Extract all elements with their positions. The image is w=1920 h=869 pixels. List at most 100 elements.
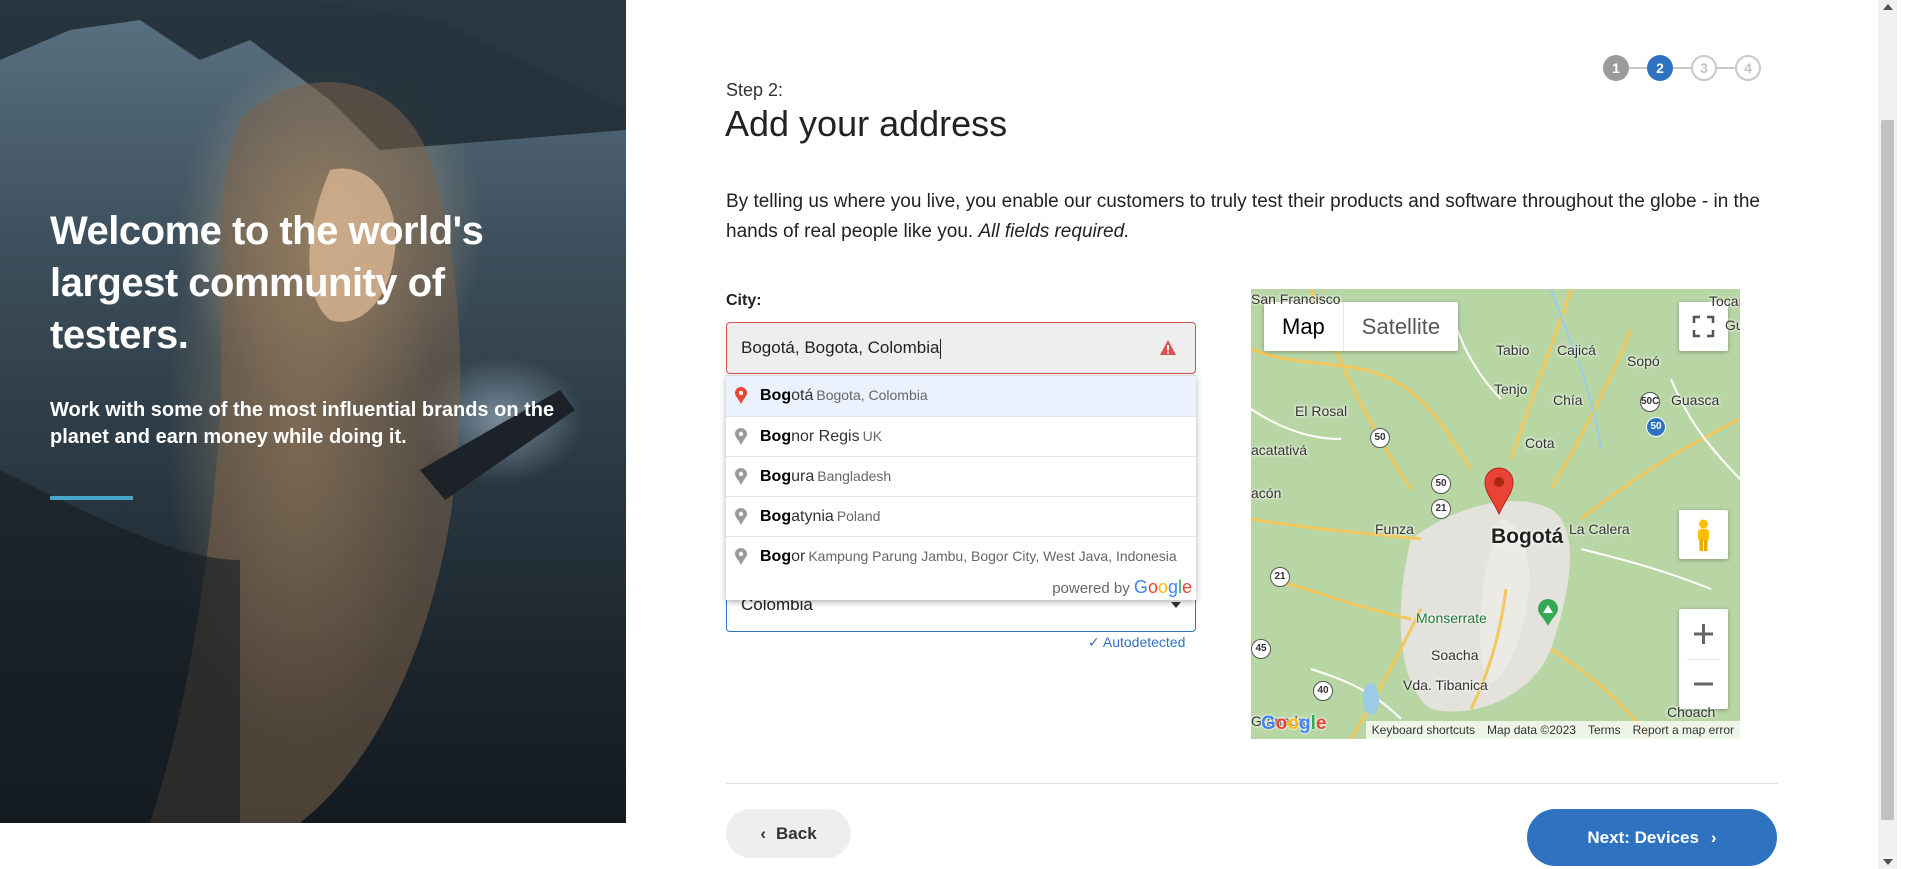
map-place-label: Funza — [1375, 521, 1414, 537]
autocomplete-main: or — [791, 548, 806, 565]
map-place-label: Gua — [1725, 317, 1740, 333]
autodetected-note: ✓ Autodetected — [1088, 634, 1186, 650]
map-place-label: Monserrate — [1416, 610, 1487, 626]
back-button[interactable]: ‹ Back — [726, 809, 851, 858]
map-place-label: Cota — [1525, 435, 1555, 451]
chevron-left-icon: ‹ — [760, 824, 767, 843]
hero-title: Welcome to the world's largest community… — [50, 209, 484, 357]
map-place-label: Vda. Tibanica — [1403, 677, 1488, 693]
map-place-label: acatativá — [1251, 442, 1308, 458]
autocomplete-item[interactable]: Bogotá Bogota, Colombia — [726, 376, 1196, 416]
road-marker: 50 — [1646, 417, 1666, 437]
map-place-label: Tocancipá — [1709, 293, 1740, 309]
autodetected-label: Autodetected — [1102, 634, 1186, 650]
autocomplete-secondary: UK — [862, 428, 883, 444]
map-place-label: Choach — [1667, 704, 1716, 720]
page-title: Add your address — [725, 103, 1008, 144]
autocomplete-main: atynia — [791, 508, 834, 525]
intro-body: By telling us where you live, you enable… — [726, 191, 1760, 242]
zoom-in-icon[interactable] — [1679, 609, 1728, 659]
map-type-map[interactable]: Map — [1264, 302, 1344, 351]
step-connector — [1673, 67, 1691, 69]
road-marker: 21 — [1431, 499, 1451, 519]
location-pin-icon — [735, 508, 747, 525]
map-place-label: Sopó — [1627, 353, 1660, 369]
zoom-out-icon[interactable] — [1679, 659, 1728, 709]
report-map-error-link[interactable]: Report a map error — [1626, 721, 1740, 739]
autocomplete-main: otá — [791, 387, 814, 404]
autocomplete-match: Bog — [760, 387, 792, 404]
google-logo: Google — [1133, 577, 1192, 597]
map-city-label: Bogotá — [1491, 525, 1564, 548]
map-type-satellite[interactable]: Satellite — [1344, 302, 1458, 351]
step-1: 1 — [1603, 55, 1629, 81]
street-view-button[interactable] — [1679, 510, 1728, 559]
autocomplete-item[interactable]: Bognor Regis UK — [726, 416, 1196, 456]
map-pin-icon — [1484, 467, 1514, 515]
step-2: 2 — [1647, 55, 1673, 81]
autocomplete-match: Bog — [760, 468, 792, 485]
monserrate-poi-icon — [1538, 599, 1558, 626]
city-autocomplete-dropdown: Bogotá Bogota, Colombia Bognor Regis UK Bogu… — [726, 375, 1196, 600]
chevron-right-icon: › — [1710, 828, 1717, 847]
scroll-up-arrow[interactable] — [1883, 4, 1893, 10]
next-devices-button[interactable]: Next: Devices › — [1527, 809, 1777, 866]
map-place-label: San Francisco — [1251, 291, 1341, 307]
page-scrollbar[interactable] — [1878, 0, 1897, 869]
scroll-down-arrow[interactable] — [1883, 859, 1893, 865]
autocomplete-main: nor Regis — [791, 428, 860, 445]
city-input[interactable]: Bogotá, Bogota, Colombia — [726, 322, 1196, 374]
step-4: 4 — [1735, 55, 1761, 81]
scrollbar-thumb[interactable] — [1881, 120, 1894, 820]
autocomplete-match: Bog — [760, 508, 792, 525]
intro-text: By telling us where you live, you enable… — [726, 187, 1766, 247]
autocomplete-secondary: Bogota, Colombia — [816, 387, 928, 403]
road-marker: 50C — [1640, 392, 1660, 412]
map-place-label: Guasca — [1671, 392, 1720, 408]
hero-panel: Welcome to the world's largest community… — [0, 0, 626, 823]
warning-icon — [1160, 340, 1176, 355]
map-place-label: Cajicá — [1557, 342, 1596, 358]
keyboard-shortcuts-link[interactable]: Keyboard shortcuts — [1365, 721, 1482, 739]
map-footer: Keyboard shortcuts Map data ©2023 Terms … — [1251, 721, 1740, 739]
autocomplete-secondary: Kampung Parung Jambu, Bogor City, West J… — [808, 548, 1177, 564]
text-caret — [940, 338, 942, 359]
autocomplete-match: Bog — [760, 548, 792, 565]
hero-divider — [50, 496, 133, 500]
terms-link[interactable]: Terms — [1581, 721, 1627, 739]
autocomplete-item[interactable]: Bogura Bangladesh — [726, 456, 1196, 496]
location-pin-icon — [735, 548, 747, 565]
city-label: City: — [726, 292, 762, 309]
footer-divider — [726, 783, 1778, 784]
intro-required-note: All fields required. — [978, 221, 1130, 242]
autocomplete-item[interactable]: Bogatynia Poland — [726, 496, 1196, 536]
fullscreen-button[interactable] — [1679, 302, 1728, 351]
road-marker: 45 — [1251, 639, 1271, 659]
map-place-label: Tenjo — [1494, 381, 1528, 397]
map-place-label: acón — [1251, 485, 1282, 501]
step-connector — [1717, 67, 1735, 69]
powered-by-label: powered by — [1052, 580, 1130, 597]
road-marker: 40 — [1313, 681, 1333, 701]
autocomplete-secondary: Bangladesh — [817, 468, 892, 484]
pegman-icon — [1698, 519, 1709, 551]
city-input-value: Bogotá, Bogota, Colombia — [741, 338, 940, 357]
map-place-label: El Rosal — [1295, 403, 1348, 419]
step-connector — [1629, 67, 1647, 69]
road-marker: 50 — [1370, 428, 1390, 448]
zoom-control — [1679, 609, 1728, 709]
map-data-attribution: Map data ©2023 — [1481, 721, 1582, 739]
map-place-label: Chía — [1553, 392, 1583, 408]
location-pin-icon — [735, 468, 747, 485]
autocomplete-item[interactable]: Bogor Kampung Parung Jambu, Bogor City, W… — [726, 536, 1196, 576]
road-marker: 21 — [1270, 567, 1290, 587]
chevron-down-icon — [1171, 602, 1181, 608]
next-button-label: Next: Devices — [1587, 828, 1699, 847]
autocomplete-list: Bogotá Bogota, Colombia Bognor Regis UK Bogu… — [726, 376, 1196, 576]
location-pin-icon — [735, 428, 747, 445]
progress-stepper: 1 2 3 4 — [1603, 55, 1763, 81]
location-map[interactable]: Map Satellite San Francisco Tabio Cajicá So… — [1251, 289, 1740, 739]
autocomplete-main: ura — [791, 468, 815, 485]
powered-by-google: powered by Google — [726, 576, 1196, 600]
step-label: Step 2: — [726, 80, 784, 100]
